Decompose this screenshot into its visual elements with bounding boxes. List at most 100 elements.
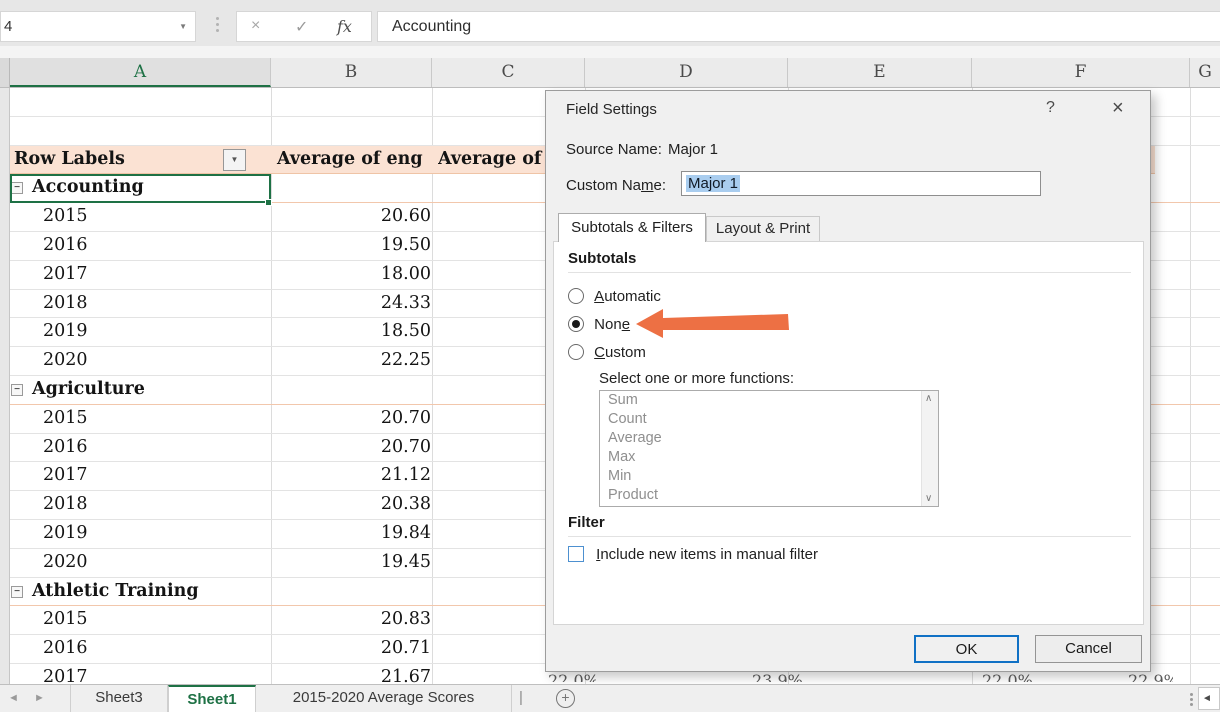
year-cell[interactable]: 2017 [43,465,88,485]
sheet-tab-sheet3[interactable]: Sheet3 [70,685,168,712]
help-icon[interactable]: ? [1046,99,1055,117]
formula-input[interactable]: Accounting [377,11,1220,42]
value-cell[interactable]: 20.70 [271,437,431,457]
cancel-entry-icon[interactable]: × [251,17,260,35]
year-cell[interactable]: 2015 [43,609,88,629]
year-cell[interactable]: 2016 [43,437,88,457]
year-cell[interactable]: 2015 [43,408,88,428]
excel-window: 4 ▼ × ✓ fx Accounting A B C D E F G [0,0,1220,712]
sheet-nav-left-icon[interactable]: ◄ [8,692,19,704]
column-header-e[interactable]: E [788,58,972,87]
year-cell[interactable]: 2019 [43,523,88,543]
source-name-label: Source Name: [566,141,662,158]
value-cell[interactable]: 22.25 [271,350,431,370]
functions-list-label: Select one or more functions: [599,370,794,387]
collapse-icon[interactable]: − [11,586,23,598]
column-header-g[interactable]: G [1190,58,1220,87]
list-item: Min [600,467,938,486]
custom-name-input[interactable]: Major 1 [681,171,1041,196]
column-header-d[interactable]: D [585,58,788,87]
year-cell[interactable]: 2020 [43,350,88,370]
year-cell[interactable]: 2016 [43,638,88,658]
scroll-left-icon[interactable]: ◄ [1202,693,1212,704]
row-labels-header[interactable]: Row Labels [14,149,125,169]
sheet-tab-average-scores[interactable]: 2015-2020 Average Scores [256,685,512,712]
clipped-cell-fragment: 23.9% [752,671,807,682]
year-cell[interactable]: 2018 [43,293,88,313]
filter-dropdown-button[interactable]: ▼ [223,149,246,171]
radio-label: None [594,316,630,333]
include-new-items-checkbox-row[interactable]: Include new items in manual filter [568,546,818,563]
column-header-b[interactable]: B [271,58,432,87]
column-headers: A B C D E F G [0,58,1220,88]
value-cell[interactable]: 20.60 [271,206,431,226]
year-cell[interactable]: 2019 [43,321,88,341]
fill-handle[interactable] [265,199,272,206]
avg-math-header-clipped[interactable]: Average of ma [438,149,545,169]
avg-eng-header[interactable]: Average of eng [277,149,423,169]
label-accel: e [622,316,630,333]
list-item: Max [600,448,938,467]
scroll-down-icon: ∨ [925,493,932,504]
label-text: nclude new items in manual filter [600,546,818,563]
sheet-tab-bar: ◄ ► Sheet3 Sheet1 2015-2020 Average Scor… [0,684,1220,712]
radio-icon[interactable] [568,288,584,304]
horizontal-scrollbar[interactable]: ◄ [1198,687,1220,710]
select-all-corner[interactable] [0,58,10,87]
year-cell[interactable]: 2018 [43,494,88,514]
name-box-caret-icon[interactable]: ▼ [179,22,187,31]
value-cell[interactable]: 18.00 [271,264,431,284]
subtotals-section-label: Subtotals [568,250,636,267]
radio-icon-selected[interactable] [568,316,584,332]
selected-cell-outline [10,174,271,203]
value-cell[interactable]: 20.38 [271,494,431,514]
formula-value: Accounting [392,18,471,36]
tab-page: Subtotals Automatic None Custom Select o… [553,241,1144,625]
column-header-c[interactable]: C [432,58,585,87]
section-divider [568,272,1131,273]
name-box[interactable]: 4 ▼ [0,11,196,42]
value-cell[interactable]: 21.12 [271,465,431,485]
insert-function-icon[interactable]: fx [337,17,352,36]
group-label[interactable]: Agriculture [32,379,145,399]
add-sheet-button[interactable]: + [556,689,575,708]
formula-bar: 4 ▼ × ✓ fx Accounting [0,0,1220,46]
row-header-strip[interactable] [0,88,10,684]
ok-button[interactable]: OK [914,635,1019,663]
checkbox-icon[interactable] [568,546,584,562]
column-header-a[interactable]: A [10,58,271,87]
tab-divider: | [519,689,523,706]
label-text: e: [654,177,667,194]
value-cell[interactable]: 20.71 [271,638,431,658]
sheet-nav-right-icon[interactable]: ► [34,692,45,704]
value-cell[interactable]: 18.50 [271,321,431,341]
group-label[interactable]: Athletic Training [32,581,199,601]
value-cell[interactable]: 24.33 [271,293,431,313]
sheet-tab-sheet1-active[interactable]: Sheet1 [168,685,256,712]
name-box-value: 4 [4,18,12,35]
tab-subtotals-filters[interactable]: Subtotals & Filters [558,213,706,242]
value-cell[interactable]: 20.70 [271,408,431,428]
year-cell[interactable]: 2017 [43,264,88,284]
enter-entry-icon[interactable]: ✓ [295,17,308,37]
cancel-button[interactable]: Cancel [1035,635,1142,663]
radio-none[interactable]: None [568,316,630,334]
year-cell[interactable]: 2020 [43,552,88,572]
collapse-icon[interactable]: − [11,384,23,396]
formula-bar-grip-icon [212,14,222,40]
value-cell[interactable]: 19.45 [271,552,431,572]
list-item: Sum [600,391,938,410]
statusbar-grip-icon [1188,691,1194,708]
tab-layout-print[interactable]: Layout & Print [706,216,820,242]
label-text: Custom Na [566,177,641,194]
year-cell[interactable]: 2016 [43,235,88,255]
checkbox-label: Include new items in manual filter [596,546,818,563]
close-icon[interactable]: × [1112,97,1124,120]
value-cell[interactable]: 20.83 [271,609,431,629]
value-cell[interactable]: 19.84 [271,523,431,543]
list-item: Count [600,410,938,429]
radio-icon[interactable] [568,344,584,360]
year-cell[interactable]: 2015 [43,206,88,226]
column-header-f[interactable]: F [972,58,1190,87]
value-cell[interactable]: 19.50 [271,235,431,255]
